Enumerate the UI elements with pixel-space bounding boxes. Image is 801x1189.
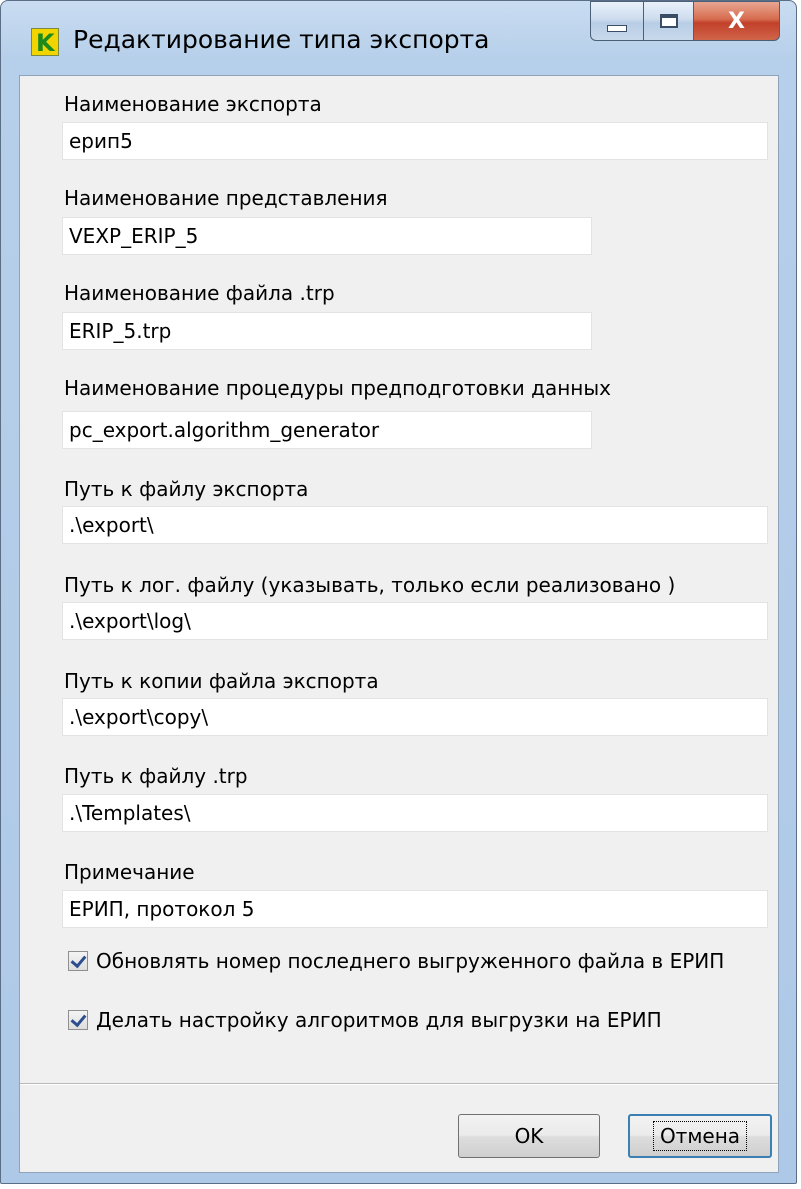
dialog-content: Наименование экспорта ерип5 Наименование…	[19, 75, 779, 1173]
log-path-label: Путь к лог. файлу (указывать, только есл…	[64, 573, 676, 597]
window-title: Редактирование типа экспорта	[73, 25, 490, 54]
app-icon: K	[31, 28, 59, 57]
export-name-input[interactable]: ерип5	[62, 122, 768, 160]
export-path-label: Путь к файлу экспорта	[64, 477, 309, 501]
ok-button[interactable]: OK	[458, 1114, 600, 1158]
trp-path-label: Путь к файлу .trp	[64, 764, 248, 788]
maximize-button[interactable]	[644, 1, 694, 41]
cancel-button[interactable]: Отмена	[628, 1114, 772, 1158]
configure-algorithms-label: Делать настройку алгоритмов для выгрузки…	[96, 1008, 662, 1032]
close-icon: X	[728, 8, 745, 34]
note-input[interactable]: ЕРИП, протокол 5	[62, 890, 768, 928]
trp-file-name-input[interactable]: ERIP_5.trp	[62, 312, 592, 350]
configure-algorithms-checkbox[interactable]	[68, 1010, 88, 1030]
cancel-button-label: Отмена	[652, 1121, 748, 1151]
title-bar[interactable]: K Редактирование типа экспорта X	[1, 1, 796, 75]
dialog-window: K Редактирование типа экспорта X Наимено…	[0, 0, 797, 1184]
update-file-number-checkbox-row[interactable]: Обновлять номер последнего выгруженного …	[68, 949, 724, 973]
maximize-icon	[659, 14, 678, 28]
trp-path-input[interactable]: .\Templates\	[62, 794, 768, 832]
minimize-button[interactable]	[590, 1, 644, 41]
export-name-label: Наименование экспорта	[64, 92, 322, 116]
export-path-input[interactable]: .\export\	[62, 506, 768, 544]
trp-file-name-label: Наименование файла .trp	[64, 281, 335, 305]
view-name-input[interactable]: VEXP_ERIP_5	[62, 217, 592, 255]
prep-procedure-label: Наименование процедуры предподготовки да…	[64, 376, 611, 400]
view-name-label: Наименование представления	[64, 186, 388, 210]
configure-algorithms-checkbox-row[interactable]: Делать настройку алгоритмов для выгрузки…	[68, 1008, 662, 1032]
copy-path-input[interactable]: .\export\copy\	[62, 698, 768, 736]
minimize-icon	[607, 24, 627, 32]
divider	[20, 1083, 778, 1085]
prep-procedure-input[interactable]: pc_export.algorithm_generator	[62, 411, 592, 449]
note-label: Примечание	[64, 860, 195, 884]
update-file-number-label: Обновлять номер последнего выгруженного …	[96, 949, 725, 973]
close-button[interactable]: X	[694, 1, 780, 41]
copy-path-label: Путь к копии файла экспорта	[64, 669, 379, 693]
update-file-number-checkbox[interactable]	[68, 951, 88, 971]
window-controls: X	[590, 1, 780, 43]
log-path-input[interactable]: .\export\log\	[62, 602, 768, 640]
